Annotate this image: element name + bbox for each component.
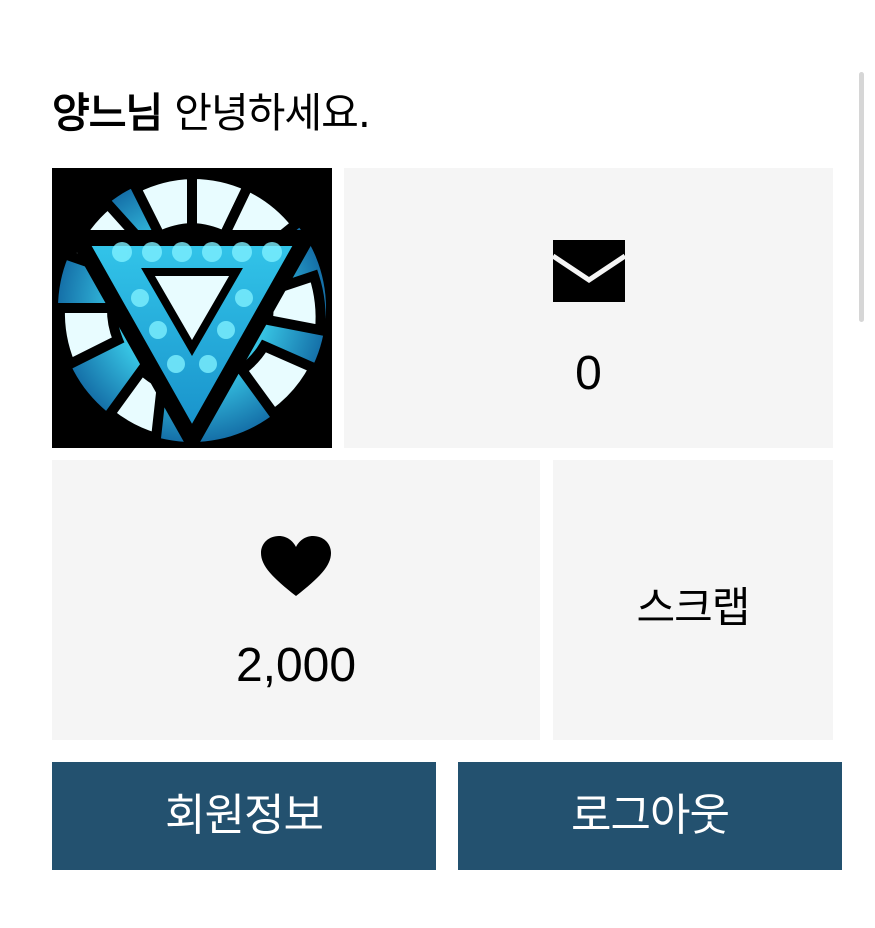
message-count: 0 <box>575 347 602 400</box>
like-count: 2,000 <box>235 639 357 692</box>
greeting-message: 안녕하세요. <box>174 89 371 137</box>
scrap-label: 스크랩 <box>636 583 751 632</box>
avatar[interactable] <box>52 168 332 448</box>
logout-button[interactable]: 로그아웃 <box>458 762 842 870</box>
envelope-icon <box>553 240 625 302</box>
user-name: 양느님 <box>52 89 163 137</box>
scrollbar-thumb[interactable] <box>859 72 864 322</box>
member-info-button[interactable]: 회원정보 <box>52 762 436 870</box>
scrap-card[interactable]: 스크랩 <box>553 460 833 740</box>
arc-reactor-avatar-icon <box>52 168 332 448</box>
heart-icon <box>261 536 331 596</box>
scrollbar[interactable] <box>857 60 865 330</box>
messages-card[interactable]: 0 <box>344 168 833 448</box>
likes-card[interactable]: 2,000 <box>52 460 540 740</box>
greeting: 양느님 안녕하세요. <box>52 78 371 148</box>
